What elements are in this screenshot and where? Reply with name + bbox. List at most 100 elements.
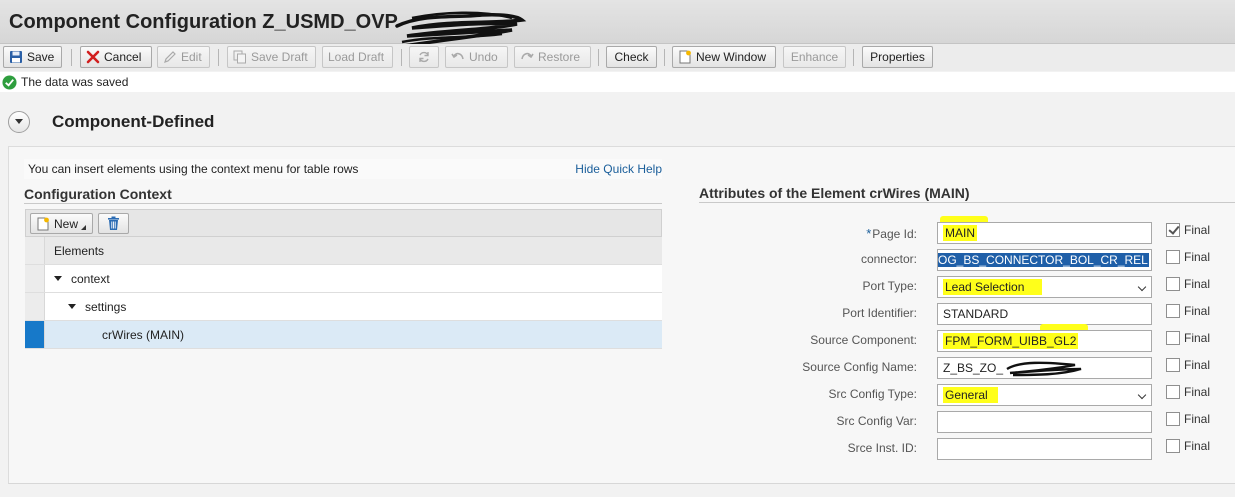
divider — [24, 203, 662, 204]
final-checkbox-source-component[interactable]: Final — [1166, 331, 1210, 345]
expand-triangle-icon[interactable] — [54, 276, 62, 281]
title-bar: Component Configuration Z_USMD_OVP — [0, 0, 1235, 48]
pencil-icon — [163, 50, 177, 64]
src-config-var-input[interactable] — [937, 411, 1152, 433]
trash-icon — [108, 216, 119, 230]
page-title: Component Configuration Z_USMD_OVP — [9, 11, 398, 33]
checkbox[interactable] — [1166, 223, 1180, 237]
checkbox[interactable] — [1166, 250, 1180, 264]
srce-inst-id-label: Srce Inst. ID: — [847, 441, 917, 455]
checkbox[interactable] — [1166, 439, 1180, 453]
cancel-button[interactable]: Cancel — [80, 46, 152, 68]
enhance-button[interactable]: Enhance — [783, 46, 846, 68]
row-selector[interactable] — [25, 293, 45, 320]
port-type-select[interactable]: Lead Selection — [937, 276, 1152, 298]
final-checkbox-page-id[interactable]: Final — [1166, 223, 1210, 237]
save-button[interactable]: Save — [3, 46, 62, 68]
delete-button[interactable] — [98, 213, 129, 234]
required-asterisk: * — [866, 226, 872, 241]
tree-toolbar: New — [25, 209, 662, 237]
tree-node-label: settings — [85, 299, 127, 314]
expand-triangle-icon[interactable] — [68, 304, 76, 309]
src-config-var-label: Src Config Var: — [836, 414, 917, 428]
enhance-label: Enhance — [790, 50, 839, 64]
tree-row-context[interactable]: context — [25, 265, 662, 293]
close-icon — [86, 50, 100, 64]
toolbar-divider — [218, 49, 219, 66]
tree-node-label: crWires (MAIN) — [102, 327, 184, 342]
row-selector[interactable] — [25, 321, 45, 348]
final-checkbox-source-config-name[interactable]: Final — [1166, 358, 1210, 372]
properties-label: Properties — [870, 50, 925, 64]
checkbox[interactable] — [1166, 277, 1180, 291]
toolbar-divider — [401, 49, 402, 66]
edit-label: Edit — [181, 50, 202, 64]
checkbox[interactable] — [1166, 385, 1180, 399]
restore-label: Restore — [538, 50, 581, 64]
final-checkbox-srce-inst-id[interactable]: Final — [1166, 439, 1210, 453]
refresh-button[interactable] — [409, 46, 439, 68]
save-draft-button[interactable]: Save Draft — [227, 46, 316, 68]
port-type-label: Port Type: — [862, 279, 917, 293]
copy-icon — [233, 50, 247, 64]
page-id-input[interactable]: MAIN — [937, 222, 1152, 244]
new-element-button[interactable]: New — [30, 213, 94, 234]
checkbox[interactable] — [1166, 358, 1180, 372]
source-component-label: Source Component: — [810, 333, 917, 347]
section-title: Component-Defined — [52, 112, 215, 131]
tree-row-crwires[interactable]: crWires (MAIN) — [25, 321, 662, 349]
src-config-type-select[interactable]: General — [937, 384, 1152, 406]
toolbar-divider — [598, 49, 599, 66]
checkbox[interactable] — [1166, 331, 1180, 345]
chevron-down-icon — [1137, 282, 1147, 292]
checkbox[interactable] — [1166, 412, 1180, 426]
toolbar-divider — [853, 49, 854, 66]
row-selector-header — [25, 237, 45, 264]
refresh-icon — [417, 50, 431, 64]
collapse-button[interactable] — [8, 111, 30, 133]
configuration-context-title: Configuration Context — [24, 186, 172, 202]
new-window-button[interactable]: New Window — [672, 46, 776, 68]
main-toolbar: Save Cancel Edit Save Draft Load Draft U… — [0, 44, 1235, 71]
src-config-type-label: Src Config Type: — [828, 387, 918, 401]
final-checkbox-port-identifier[interactable]: Final — [1166, 304, 1210, 318]
new-label: New — [54, 216, 79, 231]
port-identifier-input[interactable]: STANDARD — [937, 303, 1152, 325]
final-checkbox-src-config-var[interactable]: Final — [1166, 412, 1210, 426]
connector-label: connector: — [860, 252, 917, 266]
check-button[interactable]: Check — [606, 46, 657, 68]
edit-button[interactable]: Edit — [157, 46, 210, 68]
checkbox[interactable] — [1166, 304, 1180, 318]
floppy-disk-icon — [9, 50, 23, 64]
new-document-icon — [678, 50, 692, 64]
load-draft-label: Load Draft — [328, 50, 385, 64]
new-window-label: New Window — [696, 50, 767, 64]
page-id-label: *Page Id: — [866, 226, 917, 241]
message-text: The data was saved — [21, 75, 129, 89]
final-checkbox-connector[interactable]: Final — [1166, 250, 1210, 264]
tree-row-settings[interactable]: settings — [25, 293, 662, 321]
hide-quick-help-link[interactable]: Hide Quick Help — [575, 162, 662, 176]
chevron-down-icon — [1137, 390, 1147, 400]
quick-help: You can insert elements using the contex… — [24, 159, 662, 179]
quick-help-text: You can insert elements using the contex… — [28, 162, 359, 176]
save-label: Save — [27, 50, 55, 64]
final-checkbox-src-config-type[interactable]: Final — [1166, 385, 1210, 399]
success-check-icon — [2, 74, 17, 90]
cancel-label: Cancel — [104, 50, 142, 64]
tree-node-label: context — [71, 271, 110, 286]
load-draft-button[interactable]: Load Draft — [322, 46, 393, 68]
dropdown-corner-icon — [81, 225, 87, 230]
row-selector[interactable] — [25, 265, 45, 292]
srce-inst-id-input[interactable] — [937, 438, 1152, 460]
properties-button[interactable]: Properties — [862, 46, 933, 68]
connector-input[interactable]: OG_BS_CONNECTOR_BOL_CR_REL — [937, 249, 1152, 271]
final-checkbox-port-type[interactable]: Final — [1166, 277, 1210, 291]
redaction-scribble — [1006, 361, 1082, 377]
toolbar-divider — [71, 49, 72, 66]
restore-button[interactable]: Restore — [514, 46, 591, 68]
undo-icon — [451, 50, 465, 64]
undo-button[interactable]: Undo — [445, 46, 508, 68]
source-component-input[interactable]: FPM_FORM_UIBB_GL2 — [937, 330, 1152, 352]
source-config-name-input[interactable]: Z_BS_ZO_ — [937, 357, 1152, 379]
